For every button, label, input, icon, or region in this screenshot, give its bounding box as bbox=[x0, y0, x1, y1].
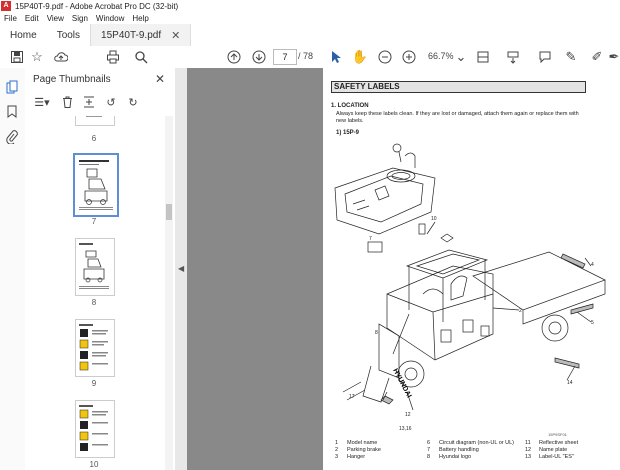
page-number-input[interactable]: 7 bbox=[273, 49, 297, 65]
search-icon[interactable] bbox=[132, 48, 150, 66]
select-cursor-icon[interactable] bbox=[327, 48, 345, 66]
fit-page-icon[interactable] bbox=[474, 48, 492, 66]
chevron-down-icon[interactable]: ⌄ bbox=[452, 48, 470, 66]
tab-document-label: 15P40T-9.pdf bbox=[101, 29, 162, 41]
svg-text:14: 14 bbox=[567, 380, 573, 386]
hand-tool-icon[interactable]: ✋ bbox=[351, 48, 369, 66]
scroll-mode-icon[interactable] bbox=[504, 48, 522, 66]
thumbnail-page-8[interactable] bbox=[75, 238, 115, 296]
toolbar: ☆ 7 / 78 ✋ 66.7% ⌄ ✎ ✐ ✒ bbox=[0, 46, 620, 69]
panel-title: Page Thumbnails bbox=[33, 74, 111, 85]
page-count: / 78 bbox=[298, 51, 314, 61]
tab-document[interactable]: 15P40T-9.pdf ✕ bbox=[90, 24, 192, 46]
zoom-level[interactable]: 66.7% bbox=[428, 51, 454, 61]
figure-code: 15P9SF01 bbox=[548, 432, 567, 437]
navigation-rail bbox=[0, 68, 26, 470]
legend-column-3: 11 Reflective sheet 12 Name plate 13 Label-… bbox=[525, 440, 579, 460]
menu-window[interactable]: Window bbox=[96, 14, 124, 23]
panel-toolbar: ☰▾ ↺ ↻ bbox=[31, 94, 141, 110]
thumbnail-label: 8 bbox=[91, 298, 97, 307]
insert-pages-icon[interactable] bbox=[81, 94, 97, 110]
svg-text:5: 5 bbox=[591, 320, 594, 326]
menu-bar: File Edit View Sign Window Help bbox=[0, 12, 620, 24]
thumbnail-label: 10 bbox=[89, 460, 99, 469]
thumbnail-page-6[interactable] bbox=[75, 116, 115, 126]
window-title: 15P40T-9.pdf - Adobe Acrobat Pro DC (32-… bbox=[15, 1, 179, 11]
collapse-panel-icon[interactable]: ◀ bbox=[178, 264, 184, 273]
thumbnail-scrollbar[interactable] bbox=[165, 116, 173, 470]
svg-text:8: 8 bbox=[375, 330, 378, 336]
scrollbar-thumb[interactable] bbox=[166, 204, 172, 220]
next-page-icon[interactable] bbox=[250, 48, 268, 66]
menu-file[interactable]: File bbox=[4, 14, 17, 23]
rotate-clockwise-icon[interactable]: ↻ bbox=[125, 94, 141, 110]
location-paragraph: Always keep these labels clean. If they … bbox=[336, 111, 579, 124]
thumbnail-label: 7 bbox=[91, 217, 97, 226]
attachment-icon[interactable] bbox=[5, 130, 19, 145]
rotate-counterclockwise-icon[interactable]: ↺ bbox=[103, 94, 119, 110]
bookmark-icon[interactable] bbox=[5, 105, 19, 119]
svg-text:17: 17 bbox=[349, 394, 355, 400]
svg-text:12: 12 bbox=[405, 412, 411, 418]
delete-icon[interactable] bbox=[59, 94, 75, 110]
sign-icon[interactable]: ✒ bbox=[608, 48, 620, 66]
star-icon[interactable]: ☆ bbox=[28, 48, 46, 66]
page-thumbnails-panel: Page Thumbnails ✕ ☰▾ ↺ ↻ 6 7 8 9 10 bbox=[25, 68, 176, 470]
svg-text:7: 7 bbox=[369, 236, 372, 242]
legend-column-1: 1 Model name 2 Parking brake 3 Hanger bbox=[335, 440, 381, 460]
options-menu-icon[interactable]: ☰▾ bbox=[31, 94, 53, 110]
section-title: SAFETY LABELS bbox=[331, 81, 586, 93]
zoom-out-icon[interactable] bbox=[376, 48, 394, 66]
forklift-illustration: HYUNDAI 10 2 4 5 14 12 13,16 7 8 17 bbox=[334, 143, 606, 432]
thumbnail-page-10[interactable] bbox=[75, 400, 115, 458]
close-tab-icon[interactable]: ✕ bbox=[171, 29, 180, 42]
menu-sign[interactable]: Sign bbox=[72, 14, 88, 23]
previous-page-icon[interactable] bbox=[225, 48, 243, 66]
print-icon[interactable] bbox=[104, 48, 122, 66]
svg-text:13,16: 13,16 bbox=[399, 426, 412, 432]
menu-edit[interactable]: Edit bbox=[25, 14, 39, 23]
menu-view[interactable]: View bbox=[47, 14, 64, 23]
zoom-in-icon[interactable] bbox=[400, 48, 418, 66]
tab-bar: Home Tools 15P40T-9.pdf ✕ bbox=[0, 24, 620, 47]
legend-column-2: 6 Circuit diagram (non-UL or UL) 7 Battery… bbox=[427, 440, 514, 460]
draw-icon[interactable]: ✐ bbox=[588, 48, 606, 66]
panel-splitter[interactable]: ◀ bbox=[175, 68, 187, 470]
svg-text:10: 10 bbox=[431, 216, 437, 222]
document-viewer[interactable]: SAFETY LABELS 1. LOCATION Always keep th… bbox=[187, 68, 620, 470]
thumbnail-label: 9 bbox=[91, 379, 97, 388]
close-icon[interactable]: ✕ bbox=[155, 72, 165, 86]
acrobat-icon: A bbox=[1, 1, 11, 11]
svg-text:4: 4 bbox=[591, 262, 594, 268]
thumbnail-page-7[interactable] bbox=[73, 153, 119, 217]
comment-icon[interactable] bbox=[536, 48, 554, 66]
thumbnail-label: 6 bbox=[91, 134, 97, 143]
menu-help[interactable]: Help bbox=[132, 14, 148, 23]
tab-home[interactable]: Home bbox=[0, 24, 47, 46]
page-thumbnails-icon[interactable] bbox=[5, 80, 19, 94]
title-bar: A 15P40T-9.pdf - Adobe Acrobat Pro DC (3… bbox=[0, 0, 620, 12]
highlight-pen-icon[interactable]: ✎ bbox=[562, 48, 580, 66]
svg-text:2: 2 bbox=[519, 308, 522, 314]
location-heading: 1. LOCATION bbox=[331, 103, 369, 109]
svg-text:HYUNDAI: HYUNDAI bbox=[391, 368, 412, 399]
thumbnail-list: 6 7 8 9 10 bbox=[25, 116, 163, 470]
thumbnail-page-9[interactable] bbox=[75, 319, 115, 377]
pdf-page: SAFETY LABELS 1. LOCATION Always keep th… bbox=[323, 68, 620, 470]
save-icon[interactable] bbox=[8, 48, 26, 66]
tab-tools[interactable]: Tools bbox=[47, 24, 90, 46]
cloud-upload-icon[interactable] bbox=[52, 48, 70, 66]
